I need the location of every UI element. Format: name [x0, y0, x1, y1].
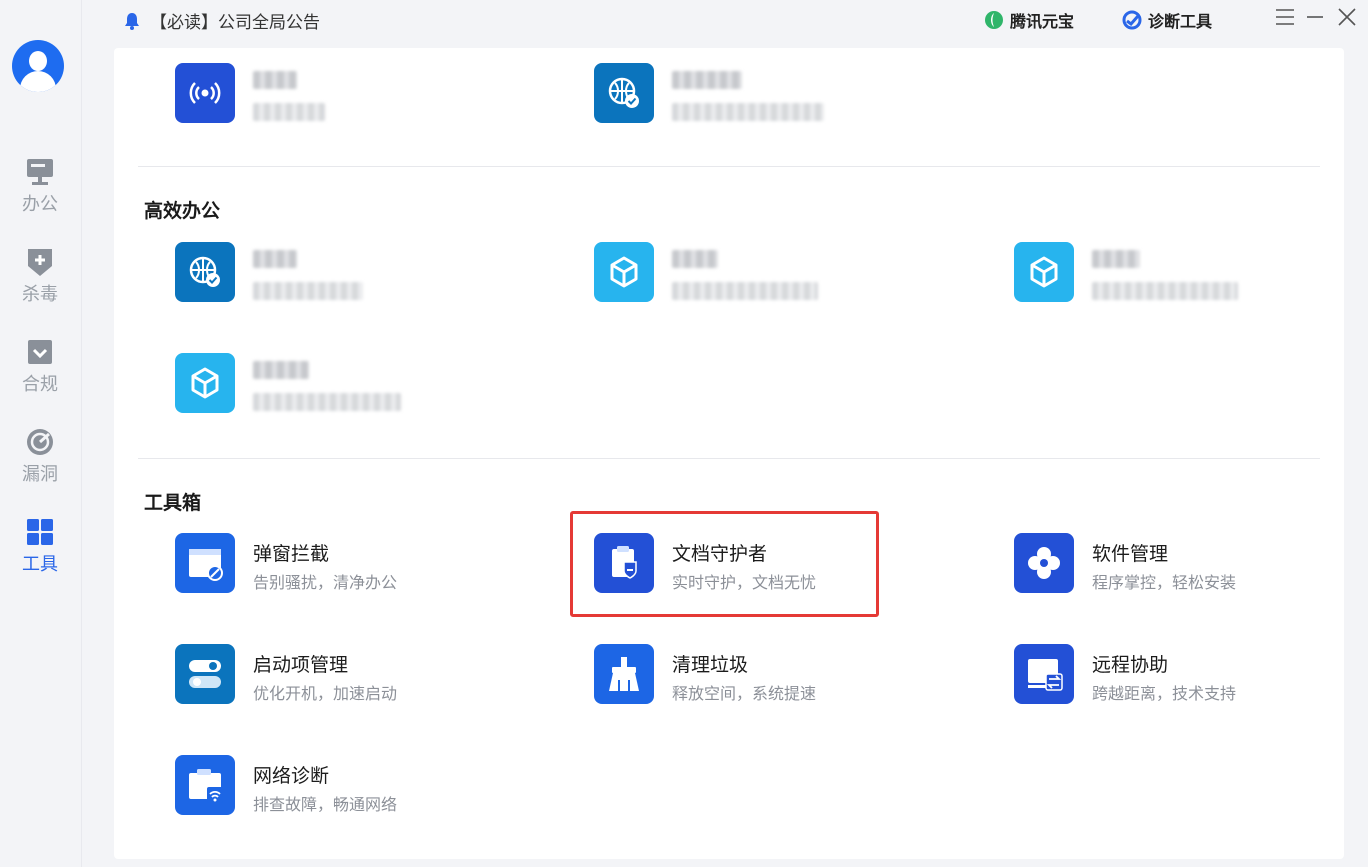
grid-icon [27, 519, 53, 545]
tool-popup-block[interactable]: 弹窗拦截 告别骚扰，清净办公 [175, 533, 495, 595]
tool-title: 文档守护者 [672, 543, 768, 565]
network-diagnose-icon [175, 755, 235, 815]
tool-startup-manage[interactable]: 启动项管理 优化开机，加速启动 [175, 644, 495, 706]
check-box-icon [28, 340, 52, 364]
tool-desc: 实时守护，文档无忧 [672, 573, 817, 592]
broom-icon [594, 644, 654, 704]
minimize-icon[interactable] [1304, 6, 1326, 28]
tool-network-diagnose[interactable]: 网络诊断 排查故障，畅通网络 [175, 755, 495, 817]
popup-block-icon [175, 533, 235, 593]
tool-item-blurred[interactable] [1014, 242, 1334, 304]
diagnose-tool-link[interactable]: 诊断工具 [1122, 8, 1212, 32]
tool-title: 弹窗拦截 [253, 543, 330, 565]
yuanbao-label: 腾讯元宝 [1010, 12, 1075, 31]
sidebar: 办公 杀毒 合规 漏洞 工具 [0, 0, 82, 867]
tool-desc: 释放空间，系统提速 [672, 684, 817, 703]
section-title-toolbox: 工具箱 [144, 492, 202, 514]
tool-title: 启动项管理 [253, 654, 349, 676]
diagnose-icon [1122, 10, 1142, 30]
tool-item-blurred[interactable] [175, 242, 495, 304]
document-guard-icon [594, 533, 654, 593]
globe-check-icon [594, 63, 654, 123]
sidebar-item-label: 杀毒 [22, 284, 58, 305]
software-manage-icon [1014, 533, 1074, 593]
tool-document-guard[interactable]: 文档守护者 实时守护，文档无忧 [594, 533, 914, 595]
section-divider [138, 458, 1320, 459]
tool-desc: 告别骚扰，清净办公 [253, 573, 398, 592]
radar-icon [27, 429, 53, 455]
tool-title: 远程协助 [1092, 654, 1169, 676]
section-title-office: 高效办公 [144, 200, 221, 222]
sidebar-item-vulnerability[interactable]: 漏洞 [0, 426, 80, 486]
tool-desc: 程序掌控，轻松安装 [1092, 573, 1237, 592]
tool-software-manage[interactable]: 软件管理 程序掌控，轻松安装 [1014, 533, 1334, 595]
cube-icon [594, 242, 654, 302]
announcement-link[interactable]: 【必读】公司全局公告 [124, 8, 320, 33]
tool-title: 软件管理 [1092, 543, 1169, 565]
sidebar-item-office[interactable]: 办公 [0, 156, 80, 216]
tool-item-blurred[interactable] [175, 63, 495, 125]
yuanbao-logo-icon [985, 11, 1003, 29]
avatar[interactable] [12, 40, 64, 92]
tool-clean-junk[interactable]: 清理垃圾 释放空间，系统提速 [594, 644, 914, 706]
announcement-text: 【必读】公司全局公告 [150, 13, 320, 33]
sidebar-item-tools[interactable]: 工具 [0, 516, 80, 576]
menu-icon[interactable] [1274, 6, 1296, 28]
diagnose-label: 诊断工具 [1148, 12, 1213, 31]
section-divider [138, 166, 1320, 167]
close-icon[interactable] [1336, 6, 1358, 28]
globe-check-icon [175, 242, 235, 302]
sidebar-item-compliance[interactable]: 合规 [0, 336, 80, 396]
tool-item-blurred[interactable] [175, 353, 495, 415]
sidebar-item-label: 工具 [22, 554, 58, 575]
bell-icon [125, 12, 139, 30]
monitor-icon [27, 159, 53, 185]
sidebar-item-label: 办公 [22, 194, 58, 215]
startup-toggle-icon [175, 644, 235, 704]
tool-title: 网络诊断 [253, 765, 330, 787]
cube-icon [1014, 242, 1074, 302]
tools-panel: 高效办公 工具箱 弹窗拦截 告别骚扰，清净办公 文档守护者 实时守护，文档无忧 … [114, 48, 1344, 859]
sidebar-item-label: 漏洞 [22, 464, 58, 485]
cube-icon [175, 353, 235, 413]
wireless-signal-icon [175, 63, 235, 123]
tool-remote-assist[interactable]: 远程协助 跨越距离，技术支持 [1014, 644, 1334, 706]
tool-desc: 跨越距离，技术支持 [1092, 684, 1237, 703]
yuanbao-link[interactable]: 腾讯元宝 [984, 8, 1074, 32]
tool-desc: 排查故障，畅通网络 [253, 795, 398, 814]
tool-item-blurred[interactable] [594, 242, 914, 304]
sidebar-item-label: 合规 [22, 374, 58, 395]
remote-screen-icon [1014, 644, 1074, 704]
tool-title: 清理垃圾 [672, 654, 749, 676]
tool-desc: 优化开机，加速启动 [253, 684, 398, 703]
sidebar-item-antivirus[interactable]: 杀毒 [0, 246, 80, 306]
tool-item-blurred[interactable] [594, 63, 914, 125]
top-bar: 【必读】公司全局公告 腾讯元宝 诊断工具 [82, 0, 1368, 40]
shield-plus-icon [28, 249, 52, 276]
